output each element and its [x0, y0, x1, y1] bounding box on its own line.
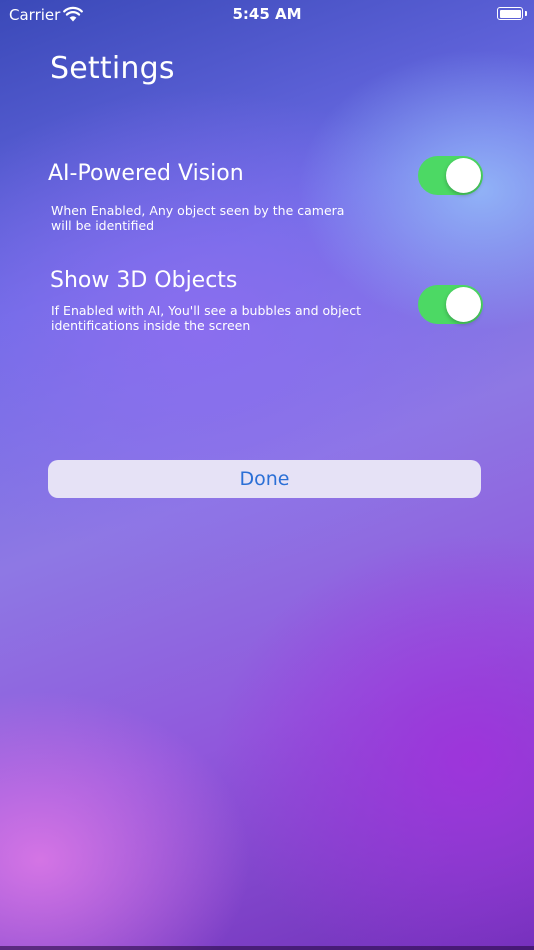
- status-time: 5:45 AM: [232, 5, 302, 23]
- battery-fill: [499, 9, 521, 18]
- battery-tip: [525, 11, 527, 16]
- ai-vision-description: When Enabled, Any object seen by the cam…: [51, 203, 345, 233]
- battery-icon: [497, 7, 523, 20]
- ai-vision-title: AI-Powered Vision: [48, 161, 244, 186]
- status-bar: Carrier 5:45 AM: [0, 0, 534, 30]
- show-3d-objects-title: Show 3D Objects: [50, 268, 238, 293]
- show-3d-objects-toggle-knob: [446, 287, 481, 322]
- ai-vision-toggle[interactable]: [418, 156, 483, 195]
- ai-vision-toggle-knob: [446, 158, 481, 193]
- done-button[interactable]: Done: [48, 460, 481, 498]
- page-title: Settings: [50, 51, 175, 86]
- show-3d-objects-toggle[interactable]: [418, 285, 483, 324]
- settings-screen: Carrier 5:45 AM Settings AI-Powered Visi…: [0, 0, 534, 950]
- show-3d-objects-description: If Enabled with AI, You'll see a bubbles…: [51, 303, 362, 333]
